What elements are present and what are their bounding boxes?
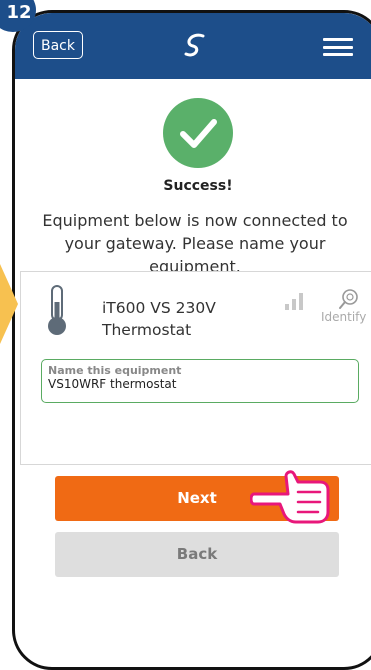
success-title: Success! [163, 178, 233, 194]
device-name: iT600 VS 230V Thermostat [102, 297, 216, 341]
equipment-name-label: Name this equipment [48, 364, 182, 377]
pointing-hand-icon [249, 468, 332, 528]
salus-logo-icon [181, 30, 211, 64]
equipment-card: iT600 VS 230V Thermostat Identify Name t… [20, 271, 371, 465]
hamburger-menu-icon[interactable] [323, 38, 353, 56]
top-bar: Back [15, 13, 371, 79]
checkmark-icon [163, 98, 233, 168]
phone-frame: Back Success! Equipment below is now con… [12, 10, 371, 670]
device-name-line2: Thermostat [102, 321, 192, 339]
pointer-arrow-icon [0, 264, 18, 348]
step-number: 12 [6, 2, 32, 23]
signal-strength-icon [284, 292, 304, 316]
device-name-line1: iT600 VS 230V [102, 299, 216, 317]
equipment-name-value[interactable]: VS10WRF thermostat [48, 377, 176, 391]
equipment-name-field[interactable]: Name this equipment VS10WRF thermostat [41, 359, 359, 403]
back-button[interactable]: Back [55, 532, 339, 577]
header-back-button[interactable]: Back [33, 31, 83, 59]
thermometer-icon [45, 284, 69, 340]
identify-label[interactable]: Identify [321, 310, 366, 324]
description-text: Equipment below is now connected to your… [42, 211, 348, 276]
